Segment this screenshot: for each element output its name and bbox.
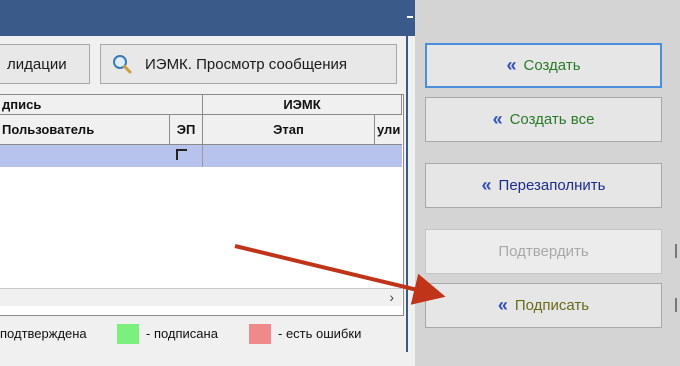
confirm-button-label: Подтвердить	[498, 243, 589, 260]
column-header-stage[interactable]: Этап	[203, 115, 375, 145]
double-arrow-left-icon: «	[492, 109, 503, 129]
horizontal-scrollbar[interactable]: ›	[0, 288, 402, 306]
column-header-ep[interactable]: ЭП	[170, 115, 203, 145]
column-header-partial[interactable]: ули	[375, 115, 402, 145]
sign-button[interactable]: « Подписать	[425, 283, 662, 328]
create-all-button[interactable]: « Создать все	[425, 97, 662, 142]
row-divider	[202, 145, 203, 167]
window-titlebar	[0, 0, 415, 36]
table-row-selected[interactable]	[0, 145, 402, 167]
create-all-button-label: Создать все	[509, 111, 595, 128]
column-user-label: Пользователь	[2, 122, 95, 137]
ep-checkbox[interactable]	[176, 149, 187, 160]
header-iemk-group: ИЭМК	[203, 95, 402, 115]
legend-confirmed-label: подтверждена	[0, 326, 87, 341]
panel-divider	[406, 36, 408, 352]
double-arrow-left-icon: «	[506, 55, 516, 75]
validation-button-label: лидации	[7, 55, 67, 73]
view-message-button[interactable]: ИЭМК. Просмотр сообщения	[100, 44, 397, 84]
titlebar-dash-icon	[407, 16, 413, 18]
column-stage-label: Этап	[273, 122, 304, 137]
validation-button[interactable]: лидации	[0, 44, 90, 84]
legend-signed-swatch	[117, 324, 139, 344]
confirm-button[interactable]: Подтвердить	[425, 229, 662, 274]
create-button-label: Создать	[523, 57, 581, 74]
view-message-label: ИЭМК. Просмотр сообщения	[145, 55, 348, 73]
header-signature-group: дпись	[0, 95, 203, 115]
column-header-user[interactable]: Пользователь	[0, 115, 170, 145]
sign-button-label: Подписать	[514, 297, 590, 314]
header-iemk-label: ИЭМК	[283, 97, 321, 112]
magnifier-icon	[113, 55, 132, 74]
legend-errors-swatch	[249, 324, 271, 344]
column-ep-label: ЭП	[176, 122, 196, 137]
status-legend: подтверждена - подписана - есть ошибки	[0, 318, 404, 348]
left-panel: лидации ИЭМК. Просмотр сообщения дпись И…	[0, 36, 415, 366]
edge-tick	[675, 298, 677, 312]
create-button[interactable]: « Создать	[425, 43, 662, 88]
double-arrow-left-icon: «	[481, 175, 492, 195]
edge-tick	[675, 244, 677, 258]
legend-signed-label: - подписана	[146, 326, 218, 341]
refill-button[interactable]: « Перезаполнить	[425, 163, 662, 208]
column-partial-label: ули	[377, 122, 401, 137]
double-arrow-left-icon: «	[497, 295, 508, 315]
scroll-right-icon[interactable]: ›	[389, 289, 394, 305]
legend-errors-label: - есть ошибки	[278, 326, 362, 341]
refill-button-label: Перезаполнить	[498, 177, 606, 194]
header-signature-label: дпись	[2, 97, 42, 112]
documents-table[interactable]: дпись ИЭМК Пользователь ЭП Этап ули ›	[0, 94, 404, 316]
